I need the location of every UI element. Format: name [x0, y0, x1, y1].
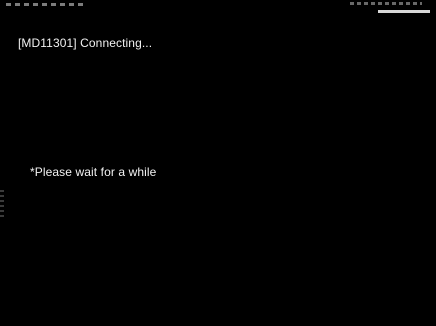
- top-right-indicator: [350, 2, 422, 5]
- connection-status-text: [MD11301] Connecting...: [18, 36, 153, 50]
- top-right-divider: [378, 10, 430, 13]
- left-edge-mark: [0, 190, 4, 220]
- top-left-indicator: [6, 3, 86, 6]
- top-status-strip: [0, 0, 436, 8]
- wait-message-text: *Please wait for a while: [30, 165, 157, 179]
- device-screen: [MD11301] Connecting... *Please wait for…: [0, 0, 436, 326]
